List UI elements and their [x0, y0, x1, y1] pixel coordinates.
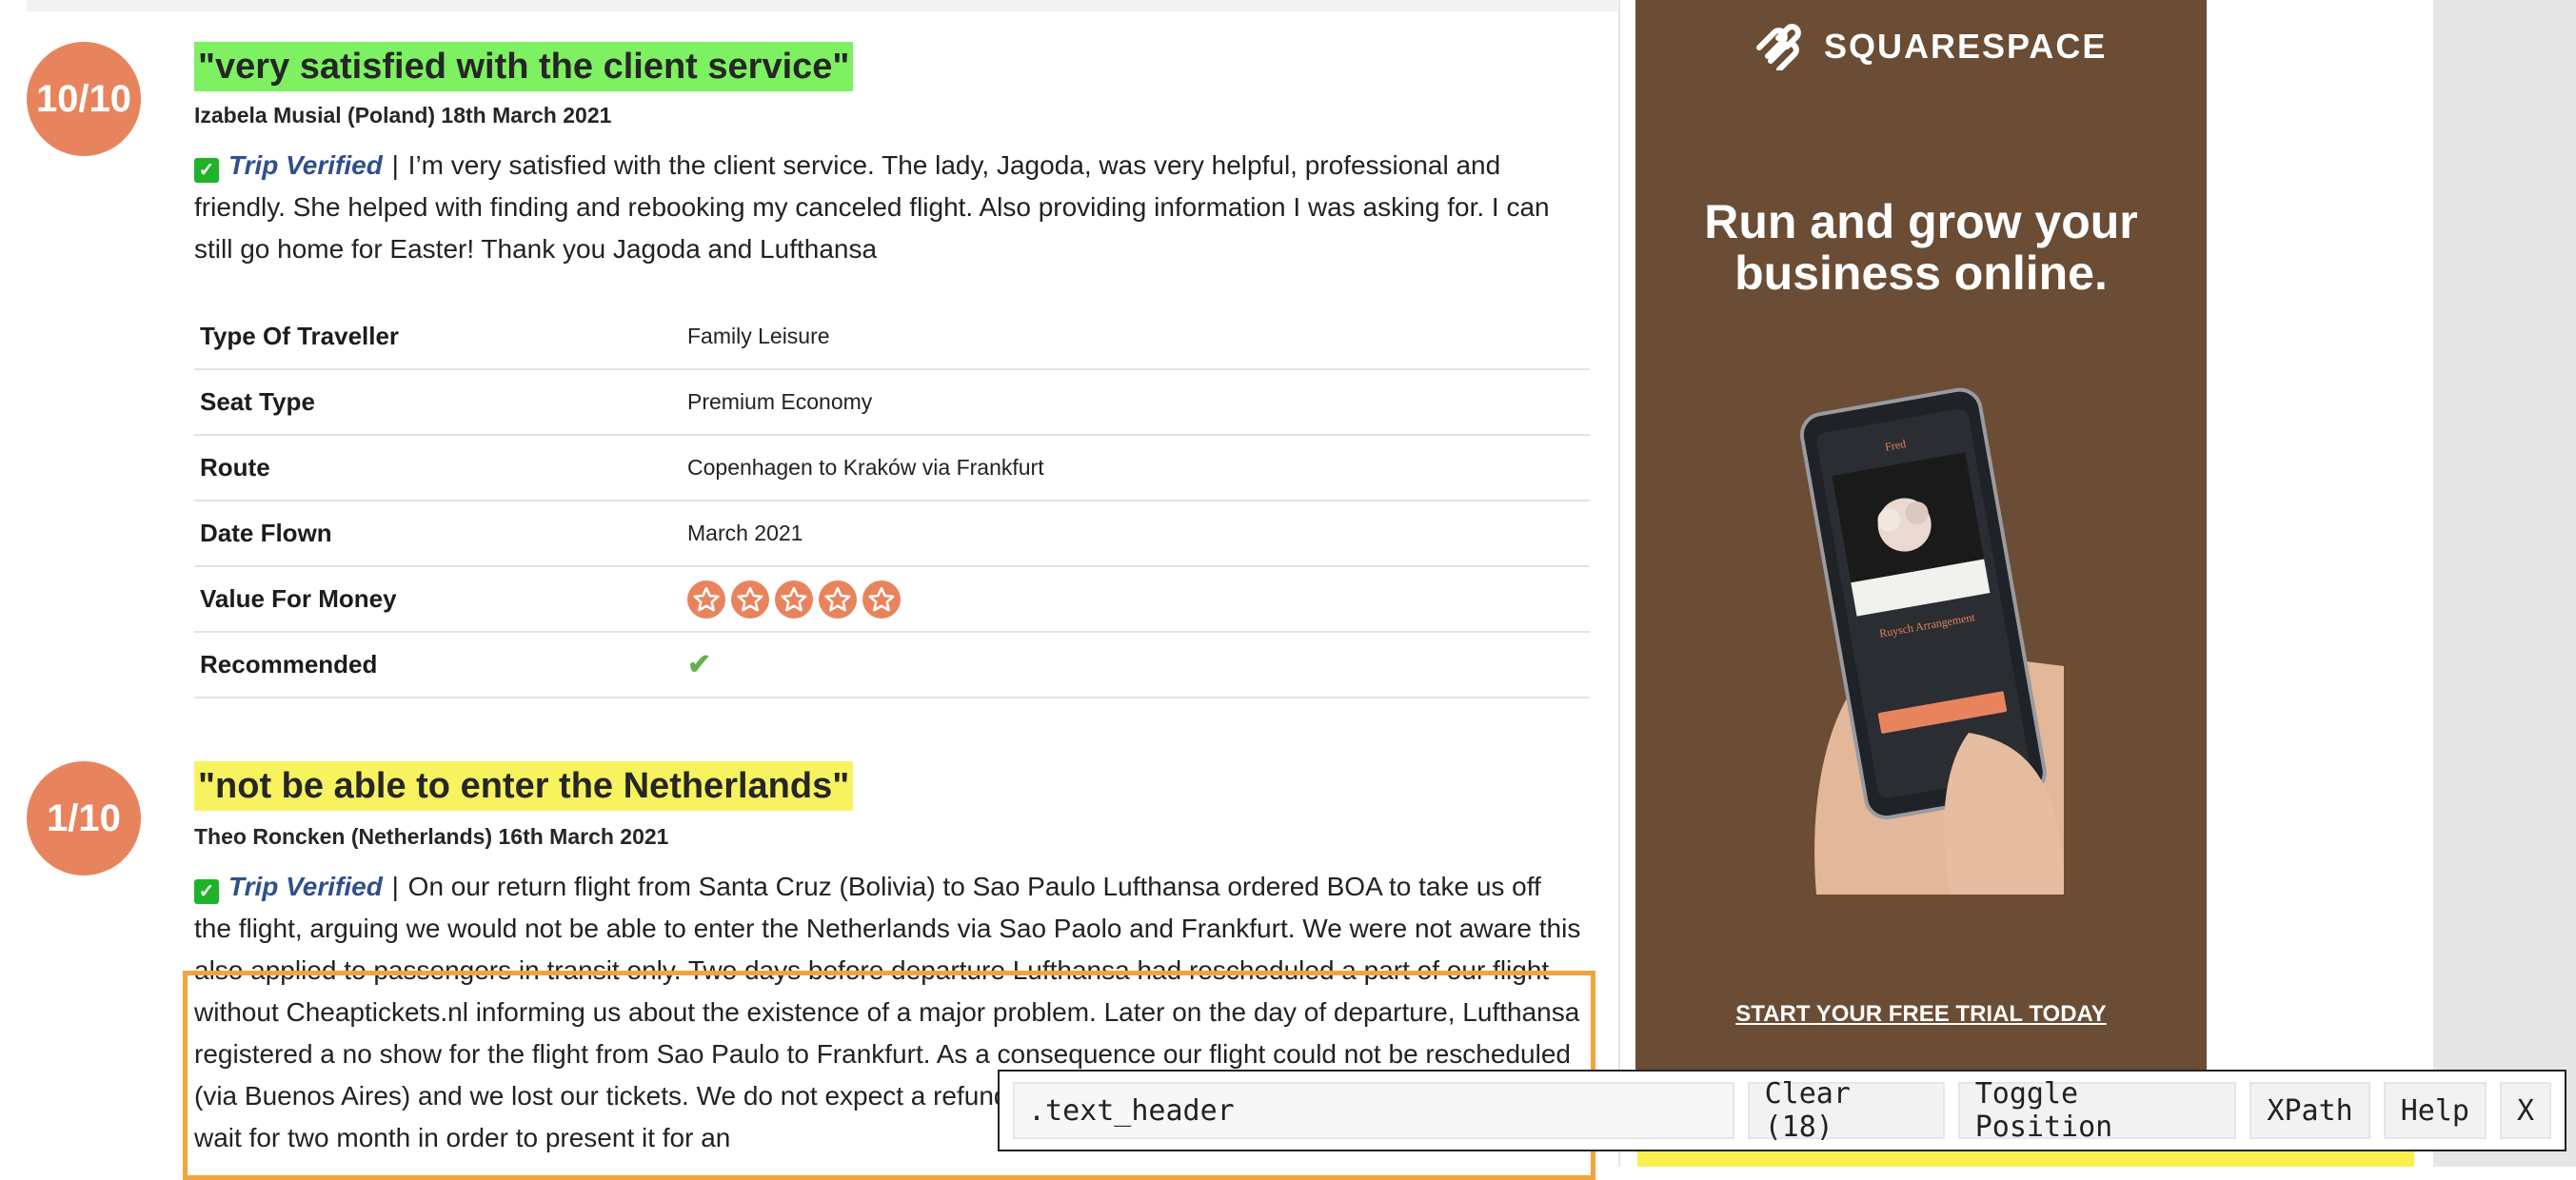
- squarespace-logo-icon: [1756, 24, 1801, 70]
- review-author: Izabela Musial (Poland) 18th March 2021: [194, 103, 612, 128]
- xpath-button[interactable]: XPath: [2249, 1082, 2370, 1139]
- table-row: Value For Money: [194, 566, 1590, 633]
- table-row: Date Flown March 2021: [194, 501, 1590, 567]
- detail-key: Value For Money: [194, 566, 686, 633]
- selector-toolbar: Clear (18) Toggle Position XPath Help X: [998, 1070, 2566, 1151]
- rating-badge: 1/10: [27, 761, 141, 875]
- phone-image: Fred Ruysch Arrangement: [1799, 387, 2064, 895]
- trip-verified-label: Trip Verified: [228, 872, 383, 901]
- review-author: Theo Roncken (Netherlands) 16th March 20…: [194, 824, 669, 849]
- ad-headline: Run and grow your business online.: [1635, 196, 2207, 299]
- detail-key: Seat Type: [194, 369, 686, 436]
- detail-value: Copenhagen to Kraków via Frankfurt: [686, 435, 1590, 502]
- verified-check-icon: ✓: [194, 879, 219, 904]
- star-icon: [775, 580, 813, 619]
- table-row: Recommended ✔: [194, 632, 1590, 698]
- table-row: Route Copenhagen to Kraków via Frankfurt: [194, 435, 1590, 502]
- detail-key: Recommended: [194, 632, 686, 698]
- trip-verified-label: Trip Verified: [228, 150, 383, 180]
- review-body: ✓ Trip Verified | I’m very satisfied with…: [194, 145, 1584, 270]
- recommended-value: ✔: [686, 632, 1590, 698]
- toggle-position-button[interactable]: Toggle Position: [1957, 1077, 2237, 1144]
- column-divider: [1618, 0, 1620, 1167]
- ad-brand: SQUARESPACE: [1824, 27, 2108, 66]
- stars: [687, 580, 1589, 619]
- top-band: [27, 0, 1618, 11]
- selector-input[interactable]: [1013, 1082, 1734, 1139]
- ad-headline-line2: business online.: [1734, 246, 2108, 300]
- review-title[interactable]: "not be able to enter the Netherlands": [194, 761, 854, 811]
- detail-key: Route: [194, 435, 686, 502]
- separator: |: [391, 872, 399, 901]
- separator: |: [391, 150, 399, 180]
- review-title[interactable]: "very satisfied with the client service": [194, 42, 854, 91]
- star-icon: [819, 580, 857, 619]
- rating-badge: 10/10: [27, 42, 141, 156]
- clear-button[interactable]: Clear (18): [1747, 1077, 1945, 1144]
- ad-cta-link[interactable]: START YOUR FREE TRIAL TODAY: [1635, 1001, 2207, 1028]
- star-icon: [687, 580, 725, 619]
- detail-key: Date Flown: [194, 501, 686, 567]
- star-icon: [862, 580, 901, 619]
- detail-value: Premium Economy: [686, 369, 1590, 436]
- table-row: Seat Type Premium Economy: [194, 369, 1590, 436]
- star-rating: [686, 566, 1590, 633]
- detail-value: March 2021: [686, 501, 1590, 567]
- close-button[interactable]: X: [2499, 1082, 2552, 1139]
- squarespace-ad[interactable]: SQUARESPACE Run and grow your business o…: [1635, 0, 2207, 1070]
- ad-headline-line1: Run and grow your: [1704, 195, 2138, 248]
- ad-logo: SQUARESPACE: [1752, 23, 2107, 70]
- detail-value: Family Leisure: [686, 305, 1590, 370]
- star-icon: [731, 580, 769, 619]
- right-gutter: [2433, 0, 2576, 1167]
- detail-key: Type Of Traveller: [194, 305, 686, 370]
- checkmark-icon: ✔: [687, 649, 712, 680]
- verified-check-icon: ✓: [194, 158, 219, 183]
- table-row: Type Of Traveller Family Leisure: [194, 305, 1590, 370]
- help-button[interactable]: Help: [2383, 1082, 2487, 1139]
- review-details-table: Type Of Traveller Family Leisure Seat Ty…: [194, 305, 1590, 698]
